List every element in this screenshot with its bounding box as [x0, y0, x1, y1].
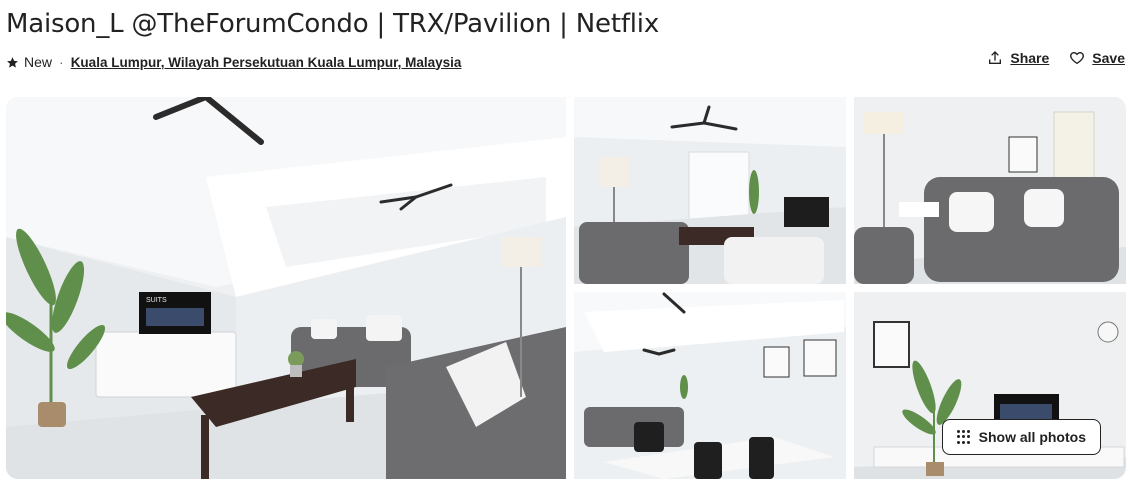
- listing-subheader: New · Kuala Lumpur, Wilayah Persekutuan …: [6, 52, 461, 72]
- photo-2[interactable]: [574, 97, 846, 284]
- heart-icon: [1070, 51, 1085, 65]
- grid-dots-icon: [956, 430, 971, 444]
- photo-4[interactable]: [574, 292, 846, 479]
- listing-actions: Share Save: [987, 50, 1125, 66]
- photo-3[interactable]: [854, 97, 1126, 284]
- save-label: Save: [1092, 50, 1125, 66]
- star-icon: [7, 56, 18, 68]
- separator-dot: ·: [59, 54, 64, 70]
- location-link[interactable]: Kuala Lumpur, Wilayah Persekutuan Kuala …: [71, 55, 462, 70]
- share-icon: [989, 51, 1002, 64]
- photo-5[interactable]: Show all photos: [854, 292, 1126, 479]
- photo-main[interactable]: SUITS: [6, 97, 566, 479]
- show-all-photos-label: Show all photos: [978, 429, 1086, 445]
- rating-new-label: New: [24, 54, 53, 70]
- listing-title: Maison_L @TheForumCondo | TRX/Pavilion |…: [6, 9, 660, 39]
- photo-gallery: SUITS Show all photos: [6, 97, 1126, 479]
- save-button[interactable]: Save: [1069, 50, 1125, 66]
- tv-screen-label: SUITS: [146, 297, 167, 304]
- show-all-photos-button[interactable]: Show all photos: [941, 419, 1101, 455]
- share-label: Share: [1010, 50, 1050, 66]
- share-button[interactable]: Share: [987, 50, 1049, 66]
